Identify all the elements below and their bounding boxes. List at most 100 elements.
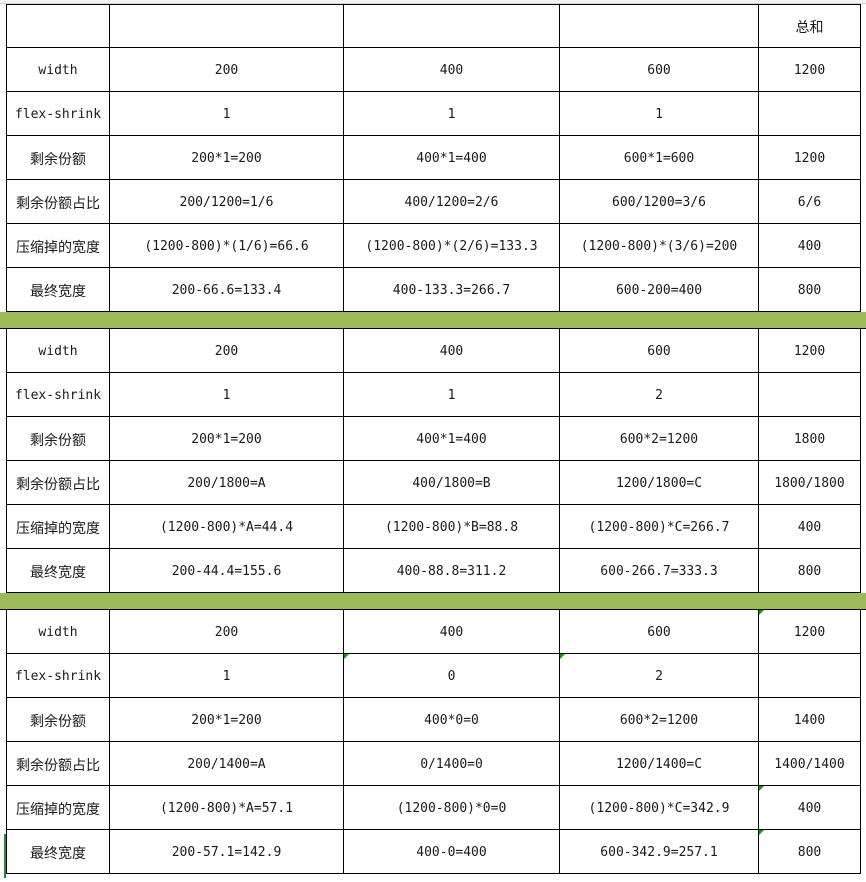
table-cell-total[interactable]: 800 bbox=[758, 268, 861, 311]
table-cell[interactable]: 400/1200=2/6 bbox=[343, 180, 559, 223]
table-cell-commented[interactable]: 2 bbox=[559, 654, 758, 697]
table-cell[interactable]: 1 bbox=[343, 373, 559, 416]
section-divider[interactable] bbox=[0, 593, 866, 610]
row-label[interactable]: 最终宽度 bbox=[6, 549, 109, 592]
table-cell[interactable]: 400-88.8=311.2 bbox=[343, 549, 559, 592]
header-cell-empty[interactable] bbox=[109, 5, 343, 47]
table-cell[interactable]: 200*1=200 bbox=[109, 698, 343, 741]
table-cell[interactable]: (1200-800)*C=266.7 bbox=[559, 505, 758, 548]
table-cell-total[interactable]: 6/6 bbox=[758, 180, 861, 223]
table-cell[interactable]: 1 bbox=[109, 92, 343, 135]
table-cell[interactable]: 200 bbox=[109, 48, 343, 91]
table-cell-total[interactable]: 800 bbox=[758, 549, 861, 592]
header-cell-total[interactable]: 总和 bbox=[758, 5, 861, 47]
table-cell-total[interactable]: 1400 bbox=[758, 698, 861, 741]
table-cell[interactable]: 400*1=400 bbox=[343, 417, 559, 460]
table-cell-total-commented[interactable]: 400 bbox=[758, 786, 861, 829]
table-cell[interactable]: 400-133.3=266.7 bbox=[343, 268, 559, 311]
row-label[interactable]: 剩余份额 bbox=[6, 698, 109, 741]
table-cell-total-commented[interactable]: 800 bbox=[758, 830, 861, 873]
table-cell[interactable]: 400*1=400 bbox=[343, 136, 559, 179]
table-cell-total[interactable] bbox=[758, 654, 861, 697]
table-row-width: width 200 400 600 1200 bbox=[6, 610, 861, 654]
row-label[interactable]: 剩余份额占比 bbox=[6, 180, 109, 223]
table-cell[interactable]: 600*1=600 bbox=[559, 136, 758, 179]
table-cell[interactable]: 600-342.9=257.1 bbox=[559, 830, 758, 873]
table-cell-total[interactable]: 1800/1800 bbox=[758, 461, 861, 504]
row-label[interactable]: width bbox=[6, 329, 109, 372]
table-cell[interactable]: (1200-800)*B=88.8 bbox=[343, 505, 559, 548]
table-cell[interactable]: 200 bbox=[109, 610, 343, 653]
table-cell[interactable]: 200-57.1=142.9 bbox=[109, 830, 343, 873]
header-cell-empty[interactable] bbox=[343, 5, 559, 47]
row-label[interactable]: 压缩掉的宽度 bbox=[6, 505, 109, 548]
row-label[interactable]: flex-shrink bbox=[6, 654, 109, 697]
table-cell-total[interactable]: 400 bbox=[758, 224, 861, 267]
table-cell[interactable]: 600 bbox=[559, 610, 758, 653]
table-cell[interactable]: 200-66.6=133.4 bbox=[109, 268, 343, 311]
row-label[interactable]: flex-shrink bbox=[6, 373, 109, 416]
header-cell-empty[interactable] bbox=[559, 5, 758, 47]
table-cell[interactable]: (1200-800)*0=0 bbox=[343, 786, 559, 829]
table-cell[interactable]: 400 bbox=[343, 48, 559, 91]
section-divider[interactable] bbox=[0, 312, 866, 329]
row-label[interactable]: 压缩掉的宽度 bbox=[6, 786, 109, 829]
row-label[interactable]: flex-shrink bbox=[6, 92, 109, 135]
header-cell-empty[interactable] bbox=[6, 5, 109, 47]
table-cell[interactable]: 200*1=200 bbox=[109, 136, 343, 179]
table-cell[interactable]: (1200-800)*A=44.4 bbox=[109, 505, 343, 548]
table-cell[interactable]: 400-0=400 bbox=[343, 830, 559, 873]
table-cell[interactable]: (1200-800)*C=342.9 bbox=[559, 786, 758, 829]
table-cell[interactable]: 1200/1400=C bbox=[559, 742, 758, 785]
row-label[interactable]: width bbox=[6, 48, 109, 91]
table-cell[interactable]: 600-266.7=333.3 bbox=[559, 549, 758, 592]
table-cell[interactable]: 400*0=0 bbox=[343, 698, 559, 741]
row-label[interactable]: 剩余份额占比 bbox=[6, 742, 109, 785]
table-cell[interactable]: 200/1400=A bbox=[109, 742, 343, 785]
table-cell[interactable]: 2 bbox=[559, 373, 758, 416]
table-cell[interactable]: 600/1200=3/6 bbox=[559, 180, 758, 223]
table-cell-total[interactable] bbox=[758, 373, 861, 416]
row-label[interactable]: 压缩掉的宽度 bbox=[6, 224, 109, 267]
table-cell[interactable]: 200-44.4=155.6 bbox=[109, 549, 343, 592]
row-label[interactable]: 剩余份额 bbox=[6, 136, 109, 179]
table-cell-total-commented[interactable]: 1200 bbox=[758, 610, 861, 653]
table-cell[interactable]: 200/1200=1/6 bbox=[109, 180, 343, 223]
table-cell[interactable]: 200*1=200 bbox=[109, 417, 343, 460]
table-cell[interactable]: 600 bbox=[559, 48, 758, 91]
table-row-share-ratio: 剩余份额占比 200/1200=1/6 400/1200=2/6 600/120… bbox=[6, 180, 861, 224]
table-cell[interactable]: 600*2=1200 bbox=[559, 698, 758, 741]
row-label[interactable]: width bbox=[6, 610, 109, 653]
table-cell[interactable]: 200 bbox=[109, 329, 343, 372]
table-cell-total[interactable]: 1200 bbox=[758, 329, 861, 372]
table-cell-total[interactable]: 1800 bbox=[758, 417, 861, 460]
table-cell-total[interactable] bbox=[758, 92, 861, 135]
table-cell-total[interactable]: 1200 bbox=[758, 136, 861, 179]
table-cell-total[interactable]: 400 bbox=[758, 505, 861, 548]
table-cell[interactable]: (1200-800)*A=57.1 bbox=[109, 786, 343, 829]
row-label[interactable]: 剩余份额占比 bbox=[6, 461, 109, 504]
table-cell[interactable]: 0/1400=0 bbox=[343, 742, 559, 785]
table-cell[interactable]: 1 bbox=[109, 373, 343, 416]
table-cell[interactable]: 1 bbox=[343, 92, 559, 135]
table-cell[interactable]: 400/1800=B bbox=[343, 461, 559, 504]
table-cell[interactable]: (1200-800)*(3/6)=200 bbox=[559, 224, 758, 267]
table-cell[interactable]: 600*2=1200 bbox=[559, 417, 758, 460]
table-cell[interactable]: 1200/1800=C bbox=[559, 461, 758, 504]
table-cell[interactable]: (1200-800)*(1/6)=66.6 bbox=[109, 224, 343, 267]
table-cell-total[interactable]: 1400/1400 bbox=[758, 742, 861, 785]
table-cell[interactable]: 600-200=400 bbox=[559, 268, 758, 311]
row-label[interactable]: 剩余份额 bbox=[6, 417, 109, 460]
table-cell-commented[interactable]: 0 bbox=[343, 654, 559, 697]
table-cell[interactable]: 1 bbox=[109, 654, 343, 697]
row-label[interactable]: 最终宽度 bbox=[6, 830, 109, 873]
table-cell[interactable]: 1 bbox=[559, 92, 758, 135]
table-cell[interactable]: 400 bbox=[343, 610, 559, 653]
table-cell[interactable]: 200/1800=A bbox=[109, 461, 343, 504]
row-label[interactable]: 最终宽度 bbox=[6, 268, 109, 311]
table-cell[interactable]: (1200-800)*(2/6)=133.3 bbox=[343, 224, 559, 267]
table-row-share-ratio: 剩余份额占比 200/1800=A 400/1800=B 1200/1800=C… bbox=[6, 461, 861, 505]
table-cell-total[interactable]: 1200 bbox=[758, 48, 861, 91]
table-cell[interactable]: 400 bbox=[343, 329, 559, 372]
table-cell[interactable]: 600 bbox=[559, 329, 758, 372]
